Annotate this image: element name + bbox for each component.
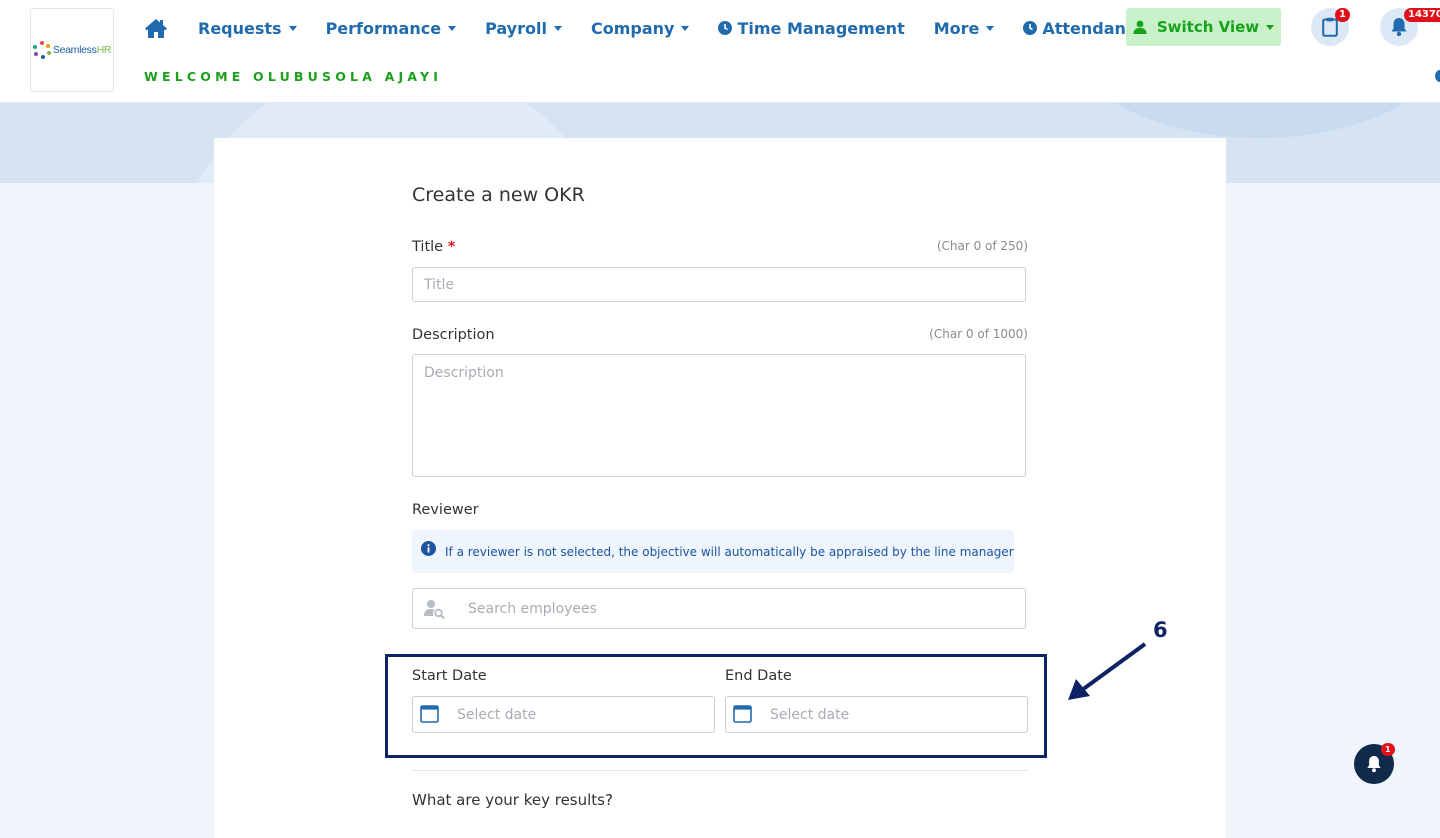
reviewer-info-text: If a reviewer is not selected, the objec… <box>445 544 1014 559</box>
bell-icon <box>1367 756 1381 773</box>
logo-dots-icon <box>32 41 51 59</box>
title-char-counter: (Char 0 of 250) <box>936 239 1028 253</box>
description-textarea[interactable] <box>412 354 1026 477</box>
top-navbar: SeamlessHR Requests Performance Payroll … <box>0 0 1440 103</box>
reviewer-search-input[interactable] <box>412 588 1026 629</box>
chevron-down-icon <box>288 25 297 31</box>
floating-notifications-button[interactable]: 1 <box>1354 743 1395 784</box>
clipboard-badge: 1 <box>1335 8 1350 22</box>
switch-view-button[interactable]: Switch View <box>1126 8 1281 46</box>
reviewer-info-box: If a reviewer is not selected, the objec… <box>412 530 1014 573</box>
main-nav: Requests Performance Payroll Company Tim… <box>144 14 1175 42</box>
nav-payroll[interactable]: Payroll <box>485 19 562 38</box>
section-divider <box>412 770 1028 771</box>
info-icon <box>421 541 436 556</box>
title-input[interactable] <box>412 267 1026 302</box>
required-marker: * <box>447 239 456 255</box>
annotation-step-number: 6 <box>1153 618 1168 642</box>
notifications-button[interactable]: 14370 <box>1380 8 1440 46</box>
description-char-counter: (Char 0 of 1000) <box>929 327 1028 341</box>
title-label: Title * <box>412 239 456 255</box>
notifications-badge: 14370 <box>1404 8 1440 22</box>
logo-text: SeamlessHR <box>52 44 112 56</box>
nav-company[interactable]: Company <box>591 19 690 38</box>
chevron-down-icon <box>1266 24 1275 30</box>
clock-icon <box>1023 21 1038 35</box>
chevron-down-icon <box>986 25 995 31</box>
user-search-icon <box>424 600 446 619</box>
description-label: Description <box>412 327 495 343</box>
nav-performance[interactable]: Performance <box>326 19 457 38</box>
nav-home[interactable] <box>144 18 168 39</box>
key-results-heading: What are your key results? <box>412 791 613 809</box>
clipboard-button[interactable]: 1 <box>1311 8 1350 46</box>
nav-time-management[interactable]: Time Management <box>718 19 905 38</box>
clock-icon <box>718 21 733 35</box>
annotation-highlight-box <box>385 654 1047 758</box>
home-icon <box>145 18 167 38</box>
user-icon <box>1133 20 1147 34</box>
help-icon[interactable] <box>1435 70 1440 82</box>
page-title: Create a new OKR <box>412 184 585 206</box>
nav-more[interactable]: More <box>934 19 995 38</box>
welcome-message: WELCOME OLUBUSOLA AJAYI <box>144 69 443 84</box>
nav-requests[interactable]: Requests <box>198 19 297 38</box>
banner-decoration <box>1060 102 1440 138</box>
annotation-arrow-icon <box>1068 642 1147 700</box>
chevron-down-icon <box>553 25 562 31</box>
reviewer-label: Reviewer <box>412 502 479 518</box>
chevron-down-icon <box>448 25 457 31</box>
company-logo[interactable]: SeamlessHR <box>30 8 114 92</box>
chevron-down-icon <box>681 25 690 31</box>
reviewer-search <box>412 588 1028 629</box>
floating-bell-badge: 1 <box>1381 743 1395 756</box>
clipboard-icon <box>1322 17 1338 37</box>
